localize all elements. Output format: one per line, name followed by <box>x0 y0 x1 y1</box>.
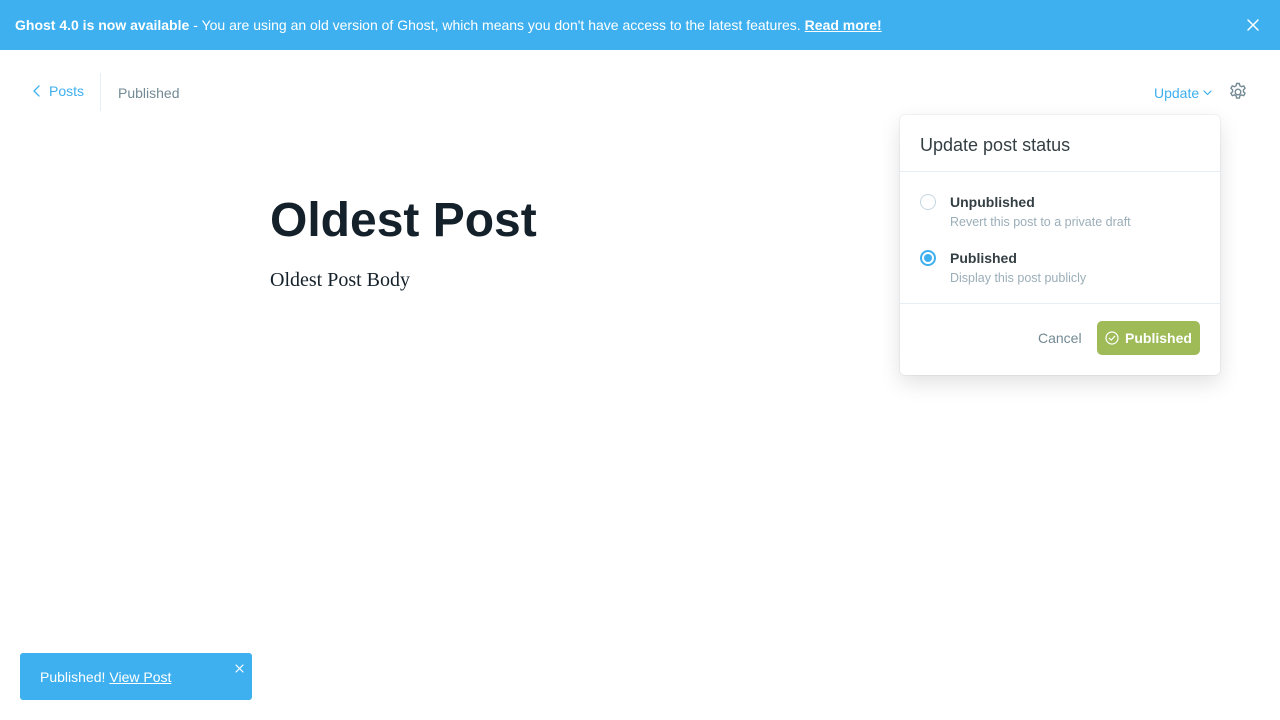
chevron-left-icon <box>33 85 40 97</box>
cancel-button[interactable]: Cancel <box>1038 330 1082 346</box>
publish-notification: Published! View Post <box>20 653 252 700</box>
chevron-down-icon <box>1203 90 1212 96</box>
published-radio[interactable] <box>920 250 936 266</box>
published-button[interactable]: Published <box>1097 321 1200 355</box>
option-unpublished[interactable]: Unpublished Revert this post to a privat… <box>918 192 1198 236</box>
banner-headline: Ghost 4.0 is now available <box>15 17 190 33</box>
option-label: Published <box>950 250 1017 266</box>
header-divider <box>100 73 101 111</box>
published-button-label: Published <box>1125 330 1192 346</box>
option-description: Revert this post to a private draft <box>950 215 1131 229</box>
close-icon[interactable] <box>235 660 244 673</box>
gear-icon[interactable] <box>1228 82 1248 102</box>
close-icon[interactable] <box>1244 16 1262 34</box>
popover-divider <box>900 303 1220 304</box>
update-status-popover: Update post status Unpublished Revert th… <box>900 115 1220 375</box>
option-label: Unpublished <box>950 194 1035 210</box>
unpublished-radio[interactable] <box>920 194 936 210</box>
banner-message: - You are using an old version of Ghost,… <box>193 17 801 33</box>
read-more-link[interactable]: Read more! <box>805 17 882 33</box>
update-label: Update <box>1154 85 1200 101</box>
notification-message: Published! <box>40 668 106 685</box>
option-description: Display this post publicly <box>950 271 1087 285</box>
back-to-posts-link[interactable]: Posts <box>33 83 84 99</box>
view-post-link[interactable]: View Post <box>109 669 171 685</box>
post-status-label: Published <box>118 85 180 101</box>
post-body[interactable]: Oldest Post Body <box>270 269 410 292</box>
upgrade-banner: Ghost 4.0 is now available - You are usi… <box>0 0 1280 50</box>
post-title[interactable]: Oldest Post <box>270 192 537 250</box>
option-published[interactable]: Published Display this post publicly <box>918 248 1198 292</box>
popover-title: Update post status <box>920 135 1071 155</box>
check-circle-icon <box>1105 331 1119 345</box>
back-label: Posts <box>49 83 85 99</box>
popover-divider <box>900 171 1220 172</box>
update-menu-button[interactable]: Update <box>1154 85 1212 101</box>
